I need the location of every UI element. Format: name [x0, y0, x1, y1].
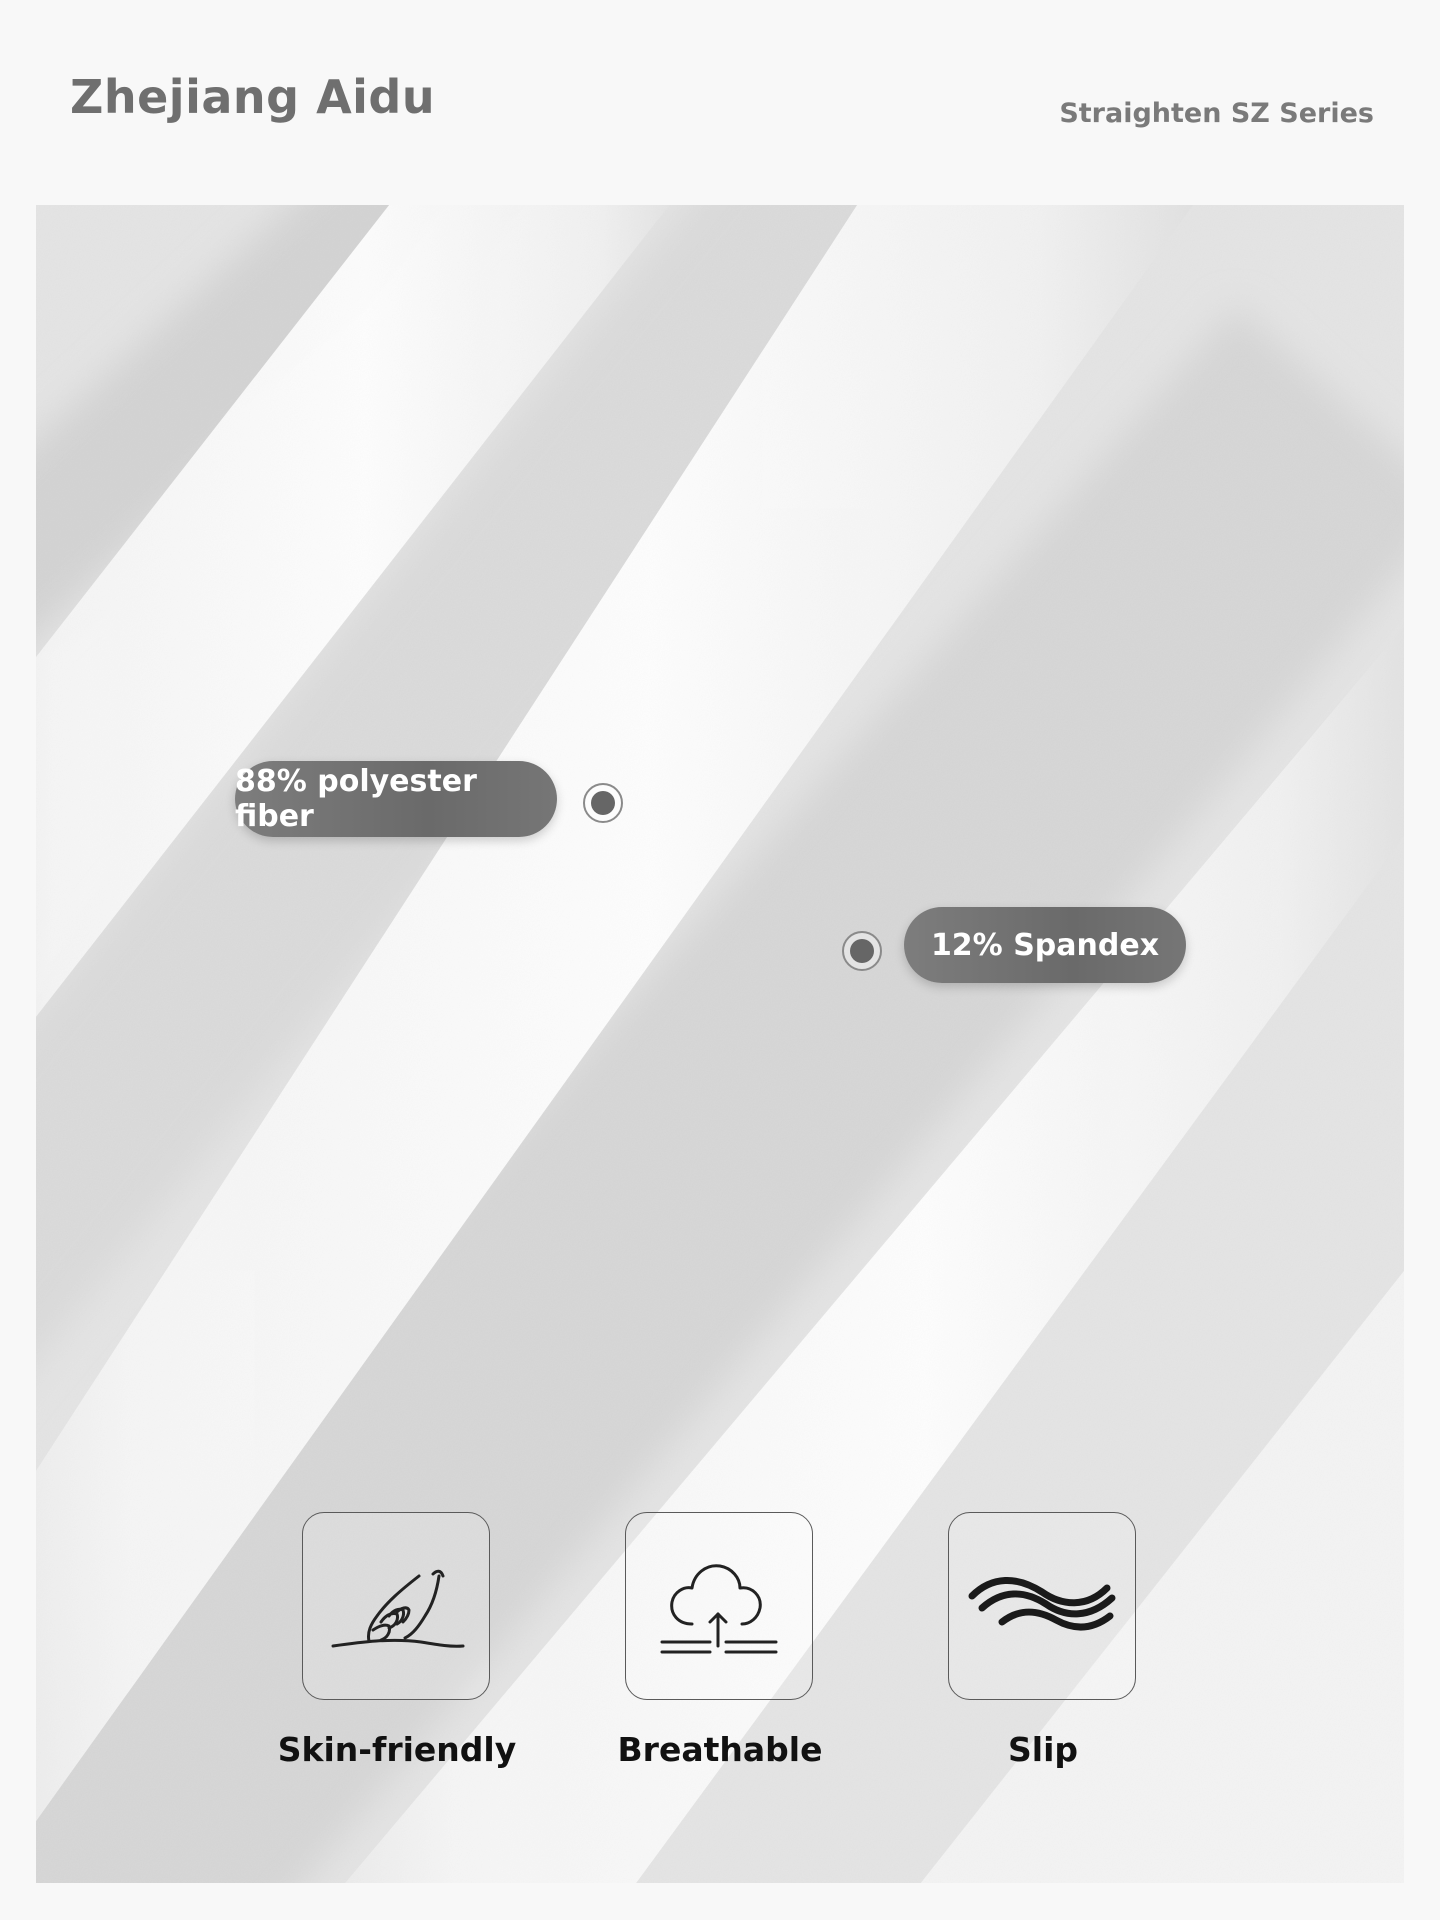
feature-skin-friendly: Skin-friendly: [278, 1512, 516, 1769]
feature-icon-box: [625, 1512, 813, 1700]
hotspot-marker: [583, 783, 623, 823]
feature-icon-box: [302, 1512, 490, 1700]
brand-title: Zhejiang Aidu: [70, 70, 436, 124]
feature-label: Skin-friendly: [277, 1730, 517, 1769]
hotspot-marker: [842, 931, 882, 971]
feature-icon-box: [948, 1512, 1136, 1700]
feature-label: Slip: [1007, 1730, 1079, 1769]
waves-icon: [968, 1577, 1116, 1631]
hotspot-dot: [591, 791, 615, 815]
series-name: Straighten SZ Series: [1059, 98, 1374, 129]
material-spandex-label: 12% Spandex: [904, 907, 1186, 983]
material-polyester-label: 88% polyester fiber: [235, 761, 557, 837]
hotspot-dot: [850, 939, 874, 963]
feature-label: Breathable: [617, 1730, 823, 1769]
hand-on-skin-icon: [331, 1569, 465, 1648]
feature-breathable: Breathable: [618, 1512, 822, 1769]
feature-slip: Slip: [948, 1512, 1138, 1769]
cloud-upload-icon: [660, 1564, 778, 1654]
